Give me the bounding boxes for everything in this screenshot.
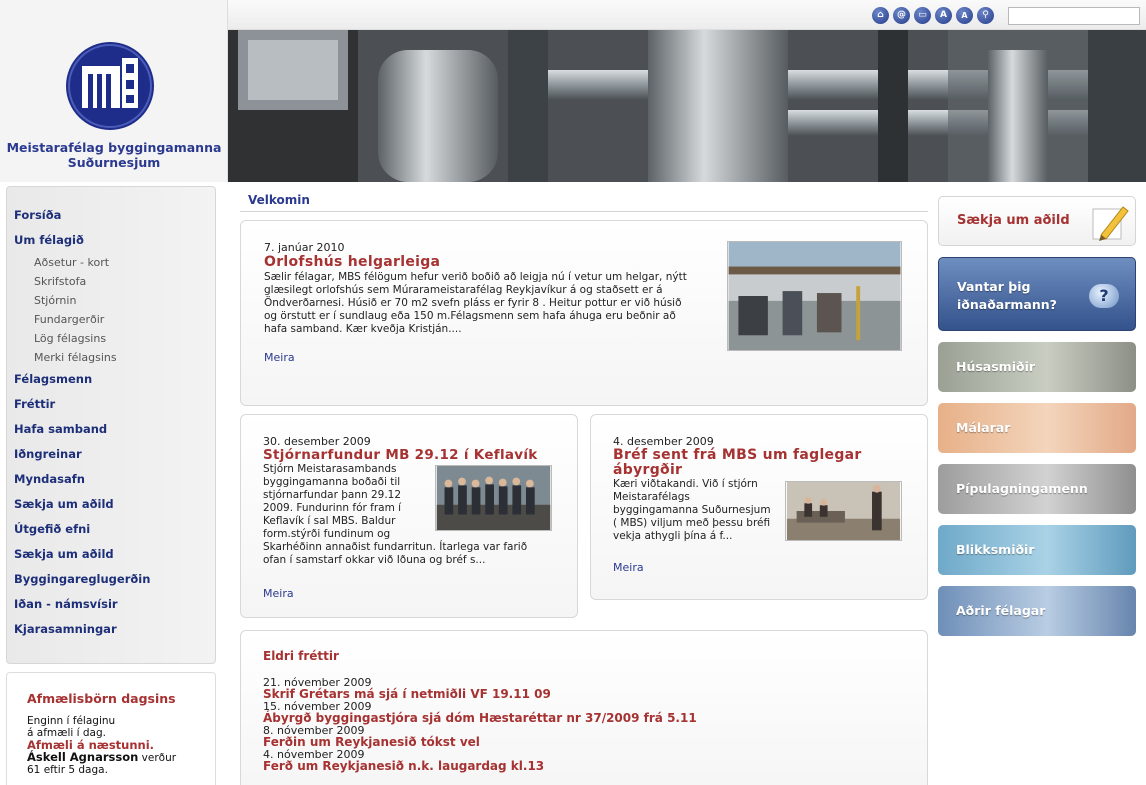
nav-item-forsida[interactable]: Forsíða — [7, 203, 215, 228]
nav-item-idan-namsvisir[interactable]: Iðan - námsvísir — [7, 592, 215, 617]
trade-button-husasmidir[interactable]: Húsasmiðir — [938, 342, 1136, 392]
older-news-link[interactable]: Ferð um Reykjanesið n.k. laugardag kl.13 — [263, 760, 903, 773]
nav-item-frettir[interactable]: Fréttir — [7, 392, 215, 417]
apply-membership-label: Sækja um aðild — [957, 213, 1070, 228]
birthdays-title: Afmælisbörn dagsins — [27, 691, 176, 706]
excerpt-line: ofan í samstarf okkar við Iðuna og bréf … — [263, 554, 486, 566]
need-craftsman-line2: iðnaðarmann? — [957, 297, 1057, 312]
excerpt-line: hafa samband. Kær kveðja Kristján.... — [264, 323, 462, 335]
header-banner-image — [228, 30, 1146, 182]
read-more-link[interactable]: Meira — [263, 587, 294, 600]
read-more-link[interactable]: Meira — [613, 561, 644, 574]
older-news-list: 21. nóvember 2009 Skrif Grétars má sjá í… — [263, 677, 903, 773]
trade-button-adrir-felagar[interactable]: Aðrir félagar — [938, 586, 1136, 636]
article-title-line2[interactable]: ábyrgðir — [613, 463, 682, 478]
print-icon[interactable]: ▭ — [914, 7, 931, 24]
excerpt-line: Öndverðarnesi. Húsið er 70 m2 svefn plás… — [264, 297, 682, 309]
article-card: 30. desember 2009 Stjórnarfundur MB 29.1… — [240, 414, 578, 618]
excerpt-line: Skarhéðinn annaðist fundarritun. Ítarleg… — [263, 541, 528, 553]
apply-membership-banner[interactable]: Sækja um aðild — [938, 196, 1136, 246]
nav-subitem-merki[interactable]: Merki félagsins — [7, 348, 215, 367]
excerpt-line: glæsilegt orlofshús sem Múrarameistarafé… — [264, 284, 663, 296]
birthday-person-suffix: verður — [138, 752, 177, 764]
top-bar: ⌂ @ ▭ A A ⚲ — [0, 0, 1146, 30]
organization-name-line1: Meistarafélag byggingamanna — [6, 140, 222, 155]
search-icon[interactable]: ⚲ — [977, 7, 994, 24]
trade-label: Blikksmiðir — [956, 542, 1035, 557]
nav-item-utgefid-efni[interactable]: Útgefið efni — [7, 517, 215, 542]
article-excerpt: Sælir félagar, MBS félögum hefur verið b… — [264, 271, 724, 336]
excerpt-line: Sælir félagar, MBS félögum hefur verið b… — [264, 271, 687, 283]
pencil-paper-icon — [1092, 206, 1129, 241]
trade-label: Húsasmiðir — [956, 359, 1036, 374]
mbs-logo — [66, 42, 154, 130]
nav-item-myndasafn[interactable]: Myndasafn — [7, 467, 215, 492]
nav-item-byggingareglugerdin[interactable]: Byggingareglugerðin — [7, 567, 215, 592]
font-smaller-icon[interactable]: A — [956, 7, 973, 24]
home-icon[interactable]: ⌂ — [872, 7, 889, 24]
older-news-box: Eldri fréttir 21. nóvember 2009 Skrif Gr… — [240, 630, 928, 785]
article-title[interactable]: Orlofshús helgarleiga — [264, 255, 440, 270]
article-photo-construction-site[interactable] — [727, 241, 902, 351]
nav-subitem-adsetur[interactable]: Aðsetur - kort — [7, 253, 215, 272]
article-excerpt: Kæri viðtakandi. Við í stjórn Meistarafé… — [613, 478, 803, 543]
nav-subitem-skrifstofa[interactable]: Skrifstofa — [7, 272, 215, 291]
trade-button-blikksmidir[interactable]: Blikksmiðir — [938, 525, 1136, 575]
excerpt-line: og örstutt er í sundlaug eða 150 m.Félag… — [264, 310, 676, 322]
need-craftsman-line1: Vantar þig — [957, 279, 1031, 294]
trade-button-pipulagningamenn[interactable]: Pípulagningamenn — [938, 464, 1136, 514]
older-news-title: Eldri fréttir — [263, 649, 339, 663]
excerpt-line: Meistarafélags — [613, 491, 690, 503]
excerpt-line: byggingamanna Suðurnesjum — [613, 504, 771, 516]
organization-name-line2: Suðurnesjum — [67, 155, 161, 170]
birthdays-upcoming-when: 61 eftir 5 daga. — [27, 764, 108, 776]
nav-subitem-fundargerdir[interactable]: Fundargerðir — [7, 310, 215, 329]
organization-name: Meistarafélag byggingamanna Suðurnesjum — [0, 140, 228, 170]
page: ⌂ @ ▭ A A ⚲ Meistarafélag byggingamanna … — [0, 0, 1146, 785]
left-navigation: Forsíða Um félagið Aðsetur - kort Skrifs… — [6, 186, 216, 664]
need-craftsman-banner[interactable]: Vantar þig iðnaðarmann? ? — [938, 257, 1136, 331]
email-icon[interactable]: @ — [893, 7, 910, 24]
trade-label: Málarar — [956, 420, 1011, 435]
toolbar-icons: ⌂ @ ▭ A A ⚲ — [872, 7, 994, 24]
nav-item-idngreinar[interactable]: Iðngreinar — [7, 442, 215, 467]
birthdays-box: Afmælisbörn dagsins Enginn í félaginu á … — [6, 672, 216, 785]
question-icon: ? — [1089, 284, 1119, 308]
font-larger-icon[interactable]: A — [935, 7, 952, 24]
excerpt-line: Kæri viðtakandi. Við í stjórn — [613, 478, 758, 490]
featured-article-card: 7. janúar 2010 Orlofshús helgarleiga Sæl… — [240, 220, 928, 406]
nav-item-um-felagid[interactable]: Um félagið — [7, 228, 215, 253]
nav-item-saekja-um-adild[interactable]: Sækja um aðild — [7, 492, 215, 517]
article-title-line1[interactable]: Bréf sent frá MBS um faglegar — [613, 448, 862, 463]
nav-item-saekja-um-adild-2[interactable]: Sækja um aðild — [7, 542, 215, 567]
article-date: 7. janúar 2010 — [264, 241, 345, 254]
trade-label: Aðrir félagar — [956, 603, 1046, 618]
search-input[interactable] — [1008, 7, 1140, 25]
trade-label: Pípulagningamenn — [956, 481, 1088, 496]
excerpt-line: ( MBS) viljum með þessu bréfi — [613, 517, 771, 529]
nav-item-felagsmenn[interactable]: Félagsmenn — [7, 367, 215, 392]
welcome-divider — [240, 211, 928, 212]
birthdays-none-line1: Enginn í félaginu — [27, 715, 116, 727]
excerpt-line: vekja athygli þína á f... — [613, 530, 733, 542]
welcome-heading: Velkomin — [248, 193, 310, 207]
article-title[interactable]: Stjórnarfundur MB 29.12 í Keflavík — [263, 448, 538, 463]
logo-block[interactable]: Meistarafélag byggingamanna Suðurnesjum — [0, 30, 228, 182]
article-photo-meeting-group[interactable] — [435, 465, 552, 531]
top-bar-left-strip — [0, 0, 228, 30]
nav-subitem-log[interactable]: Lög félagsins — [7, 329, 215, 348]
article-photo-meeting-room[interactable] — [785, 481, 902, 541]
article-card: 4. desember 2009 Bréf sent frá MBS um fa… — [590, 414, 928, 600]
nav-item-kjarasamningar[interactable]: Kjarasamningar — [7, 617, 215, 642]
birthday-person-name: Áskell Agnarsson — [27, 750, 139, 764]
trade-button-malarar[interactable]: Málarar — [938, 403, 1136, 453]
birthdays-upcoming-entry: Áskell Agnarsson verður — [27, 751, 215, 764]
nav-subitem-stjornin[interactable]: Stjórnin — [7, 291, 215, 310]
read-more-link[interactable]: Meira — [264, 351, 295, 364]
nav-item-hafa-samband[interactable]: Hafa samband — [7, 417, 215, 442]
